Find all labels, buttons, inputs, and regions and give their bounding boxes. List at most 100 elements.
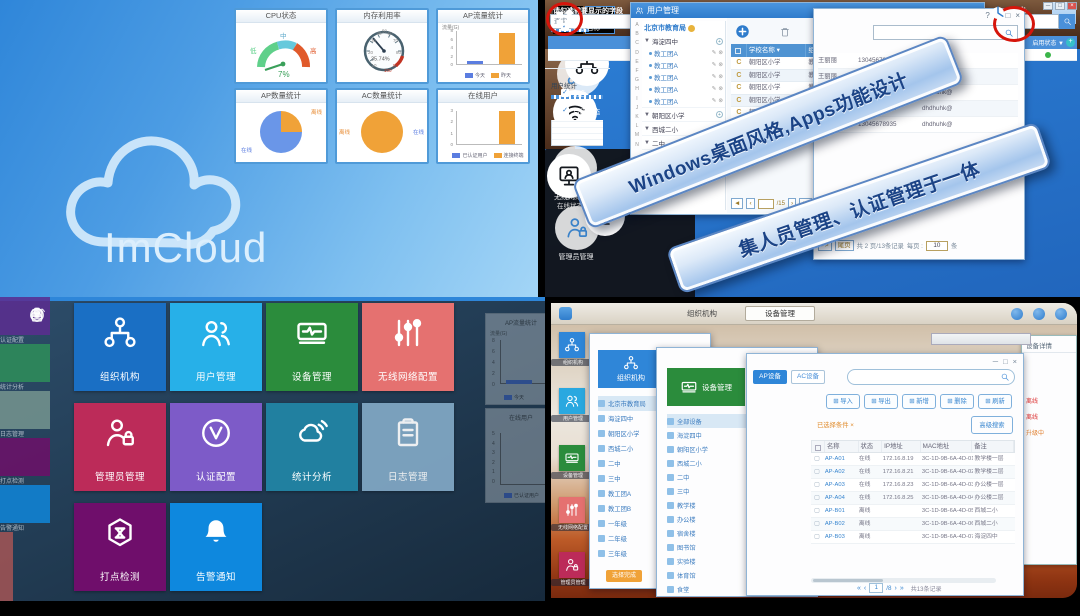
table-row[interactable]: ▢AP-B02离线3C-1D-9B-6A-4D-06西城二小 [811,518,1015,531]
tree-item[interactable]: 全部设备 [667,414,757,428]
stats-pie-icon[interactable] [990,5,1006,21]
topbar-circle-icon[interactable] [1011,308,1023,320]
tree-root[interactable]: 北京市教育局 [642,21,725,35]
column-header[interactable]: 状态 [859,441,883,452]
column-header[interactable]: IP地址 [882,441,920,452]
tree-item[interactable]: 宿舍楼 [667,526,757,540]
delete-icon[interactable]: ⊗ [718,74,723,80]
tile-日志管理[interactable]: 日志管理 [362,403,454,491]
row-checkbox-icon[interactable]: ▢ [811,479,823,491]
edit-icon[interactable]: ✎ [712,74,717,80]
tile-组织机构[interactable]: 组织机构 [74,303,166,391]
toolbar-button-刷新[interactable]: ⊞ 刷新 [978,394,1012,409]
column-header[interactable]: MAC地址 [921,441,973,452]
edit-icon[interactable]: ✎ [712,98,717,104]
add-user-button[interactable] [735,24,750,39]
page-input[interactable]: 1 [869,583,883,593]
add-icon[interactable]: + [716,111,723,118]
search-input[interactable] [847,369,1015,385]
delete-icon[interactable]: ⊗ [718,98,723,104]
tree-item[interactable]: 海淀四中 [667,428,757,442]
checkbox-icon[interactable] [815,445,821,451]
column-header[interactable]: 学校名称 ▾ [747,44,807,57]
pager-button[interactable]: ‹ [746,198,754,209]
topbar-circle-icon[interactable] [1033,308,1045,320]
filter-note[interactable]: 已选择条件 × [817,420,854,429]
index-letter[interactable]: D [633,49,641,58]
column-header[interactable]: 名称 [825,441,859,452]
index-letter[interactable]: L [633,122,641,131]
tree-item[interactable]: 办公楼 [667,512,757,526]
delete-user-button[interactable] [779,26,791,38]
mini-tile-日志管理[interactable] [0,391,50,429]
window-control-icon[interactable]: ─ [1043,2,1053,10]
add-icon[interactable]: + [716,38,723,45]
index-letter[interactable]: M [633,131,641,140]
pager-button[interactable]: » [900,585,904,592]
apps-grid-icon[interactable] [553,8,575,30]
toolbar-button-新增[interactable]: ⊞ 新增 [902,394,936,409]
table-row[interactable]: ▢AP-A02在线172.16.8.213C-1D-9B-6A-4D-02教学楼… [811,466,1015,479]
tree-member[interactable]: 教工团A✎⊗ [642,59,725,71]
dock-管理员管理[interactable] [559,552,585,578]
tree-member[interactable]: 教工团A✎⊗ [642,95,725,107]
tile-告警通知[interactable]: 告警通知 [170,503,262,591]
close-icon[interactable]: × [1013,357,1017,366]
checkbox-checked-icon[interactable]: ✓ [561,89,569,97]
index-letter[interactable]: K [633,113,641,122]
pager-button[interactable]: « [857,585,861,592]
index-letter[interactable]: N [633,141,641,150]
tree-item[interactable]: 体育馆 [667,568,757,582]
row-checkbox-icon[interactable]: ▢ [811,466,823,478]
confirm-button[interactable]: 选择完成 [606,570,642,582]
tree-item[interactable]: 二中 [667,470,757,484]
index-letter[interactable]: F [633,67,641,76]
close-icon[interactable]: × [1067,2,1077,10]
toolbar-button-导出[interactable]: ⊞ 导出 [864,394,898,409]
page-input[interactable] [758,199,774,209]
delete-icon[interactable]: ⊗ [718,62,723,68]
row-copy-icon[interactable]: C [731,70,747,82]
tree-item[interactable]: 实验楼 [667,554,757,568]
tile-认证配置[interactable]: 认证配置 [170,403,262,491]
search-button[interactable] [1059,14,1075,29]
row-checkbox-icon[interactable]: ▢ [811,505,823,517]
dock-设备管理[interactable] [559,445,585,471]
row-checkbox-icon[interactable]: ▢ [811,531,823,543]
field-checkbox-row[interactable]: ✓启用状态 [561,106,600,116]
tile-设备管理[interactable]: 设备管理 [266,303,358,391]
tab-device-active[interactable]: 设备管理 [745,306,815,321]
row-copy-icon[interactable]: C [731,82,747,94]
dock-组织机构[interactable] [559,332,585,358]
advanced-search-button[interactable]: 高级搜索 [971,416,1013,434]
index-letter[interactable]: I [633,95,641,104]
index-letter[interactable]: A [633,21,641,30]
tab-org[interactable]: 组织机构 [687,308,717,319]
row-copy-icon[interactable]: C [731,57,747,69]
table-row[interactable]: ▢AP-B03离线3C-1D-9B-6A-4D-07海淀四中 [811,531,1015,544]
field-checkbox-row[interactable]: ✓角色 [561,88,587,98]
tile-统计分析[interactable]: 统计分析 [266,403,358,491]
table-row[interactable]: ▢AP-A01在线172.16.8.193C-1D-9B-6A-4D-01教学楼… [811,453,1015,466]
tile-用户管理[interactable]: 用户管理 [170,303,262,391]
tree-group[interactable]: ▼朝阳区小学+ [642,107,725,121]
tree-member[interactable]: 教工团A✎⊗ [642,71,725,83]
table-row[interactable]: ▢AP-A03在线172.16.8.233C-1D-9B-6A-4D-03办公楼… [811,479,1015,492]
window-control-icon[interactable]: ─ [993,357,998,366]
h-scrollbar-thumb[interactable] [813,579,883,582]
delete-icon[interactable]: ⊗ [718,50,723,56]
mini-tile-统计分析[interactable] [0,344,50,382]
checkbox-checked-icon[interactable]: ✓ [561,107,569,115]
index-letter[interactable]: E [633,58,641,67]
pager-button[interactable]: › [895,585,897,592]
header-checkbox-cell[interactable] [731,44,747,57]
column-header[interactable]: 备注 [972,441,1014,452]
tree-group[interactable]: ▼海淀四中+ [642,35,725,47]
tree-item[interactable]: 教学楼 [667,498,757,512]
dock-无线网络配置[interactable] [559,497,585,523]
window-control-icon[interactable]: □ [1003,357,1008,366]
add-icon[interactable]: + [1066,38,1075,47]
index-letter[interactable]: G [633,76,641,85]
row-checkbox-icon[interactable]: ▢ [811,518,823,530]
edit-icon[interactable]: ✎ [712,50,717,56]
